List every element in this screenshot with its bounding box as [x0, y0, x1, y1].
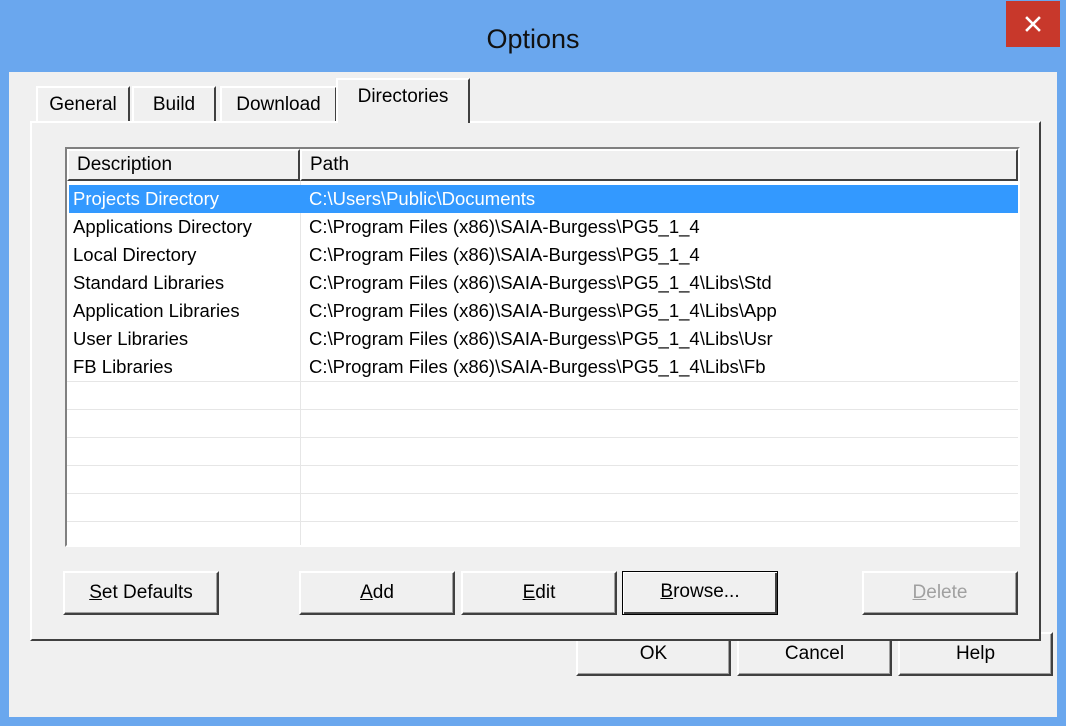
list-row-projects-directory[interactable]: Projects Directory C:\Users\Public\Docum… [69, 185, 1018, 213]
row-description: Standard Libraries [73, 272, 225, 293]
list-row-user-libraries[interactable]: User Libraries C:\Program Files (x86)\SA… [67, 325, 1018, 353]
list-row-local-directory[interactable]: Local Directory C:\Program Files (x86)\S… [67, 241, 1018, 269]
list-row-application-libraries[interactable]: Application Libraries C:\Program Files (… [67, 297, 1018, 325]
list-header: Description Path [67, 149, 1018, 181]
tab-directories[interactable]: Directories [336, 78, 470, 123]
mnemonic: A [360, 582, 373, 603]
mnemonic: D [912, 582, 927, 603]
list-row-applications-directory[interactable]: Applications Directory C:\Program Files … [67, 213, 1018, 241]
directories-panel: Description Path Projects Directory C:\U… [30, 121, 1041, 641]
window-title: Options [486, 24, 580, 54]
tab-general[interactable]: General [36, 86, 130, 121]
grid-line [67, 381, 1018, 382]
row-description: User Libraries [73, 328, 189, 349]
list-row-fb-libraries[interactable]: FB Libraries C:\Program Files (x86)\SAIA… [67, 353, 1018, 381]
column-header-description[interactable]: Description [67, 149, 300, 181]
tab-build[interactable]: Build [132, 86, 216, 121]
add-button[interactable]: Add [299, 571, 455, 615]
row-description: Applications Directory [73, 216, 252, 237]
row-path: C:\Program Files (x86)\SAIA-Burgess\PG5_… [309, 244, 700, 265]
button-label: rowse... [673, 581, 740, 602]
row-description: Local Directory [73, 244, 197, 265]
button-label: elete [926, 582, 968, 603]
button-label: dd [372, 582, 394, 603]
list-row-standard-libraries[interactable]: Standard Libraries C:\Program Files (x86… [67, 269, 1018, 297]
button-label: dit [535, 582, 556, 603]
grid-line [67, 493, 1018, 494]
button-label: et Defaults [101, 582, 193, 603]
column-header-path[interactable]: Path [300, 149, 1018, 181]
row-path: C:\Program Files (x86)\SAIA-Burgess\PG5_… [309, 328, 773, 349]
browse-button[interactable]: Browse... [622, 571, 778, 615]
delete-button: Delete [862, 571, 1018, 615]
row-path: C:\Users\Public\Documents [309, 188, 536, 209]
close-button[interactable] [1006, 1, 1060, 47]
directories-list[interactable]: Description Path Projects Directory C:\U… [65, 147, 1020, 547]
row-path: C:\Program Files (x86)\SAIA-Burgess\PG5_… [309, 216, 700, 237]
mnemonic: B [660, 581, 674, 602]
row-path: C:\Program Files (x86)\SAIA-Burgess\PG5_… [309, 300, 777, 321]
grid-line [67, 465, 1018, 466]
edit-button[interactable]: Edit [461, 571, 617, 615]
row-description: FB Libraries [73, 356, 173, 377]
grid-line [67, 409, 1018, 410]
dialog-client: General Build Download Directories Descr… [9, 72, 1057, 717]
grid-line [67, 521, 1018, 522]
row-description: Projects Directory [73, 188, 219, 209]
mnemonic: E [522, 582, 536, 603]
grid-line [67, 437, 1018, 438]
row-description: Application Libraries [73, 300, 240, 321]
mnemonic: S [89, 582, 102, 603]
set-defaults-button[interactable]: Set Defaults [63, 571, 219, 615]
row-path: C:\Program Files (x86)\SAIA-Burgess\PG5_… [309, 272, 772, 293]
close-icon [1025, 16, 1041, 32]
tab-download[interactable]: Download [220, 86, 337, 121]
row-path: C:\Program Files (x86)\SAIA-Burgess\PG5_… [309, 356, 766, 377]
options-window: Options General Build Download Directori… [0, 0, 1066, 726]
